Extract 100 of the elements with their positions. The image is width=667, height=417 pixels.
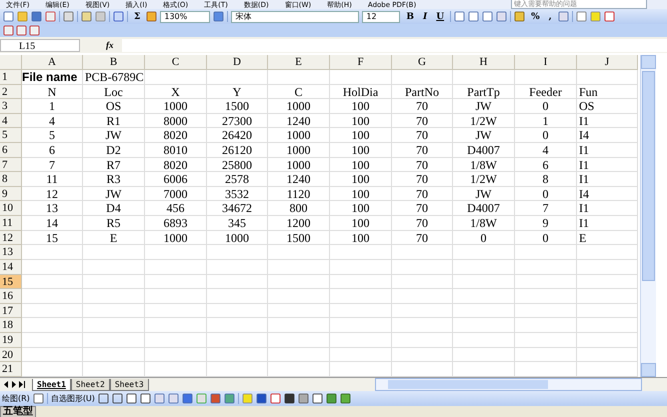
table-cell: I1 xyxy=(577,172,638,187)
row-header[interactable]: 2 xyxy=(0,84,22,100)
autoshapes-menu[interactable]: 自选图形(U) xyxy=(50,393,95,404)
horizontal-scrollbar[interactable] xyxy=(375,378,642,391)
column-header[interactable]: I xyxy=(515,55,577,70)
row-header[interactable]: 19 xyxy=(0,332,22,348)
table-cell xyxy=(392,70,453,85)
table-cell: 1240 xyxy=(268,172,330,187)
table-cell xyxy=(515,289,577,304)
column-header[interactable]: D xyxy=(207,55,268,70)
table-cell xyxy=(145,348,207,362)
table-cell: OS xyxy=(83,99,145,114)
table-cell: D4 xyxy=(83,201,145,216)
row-header[interactable]: 4 xyxy=(0,114,22,128)
formula-field[interactable] xyxy=(122,38,667,52)
row-header[interactable]: 9 xyxy=(0,186,22,202)
row-header[interactable]: 5 xyxy=(0,128,22,144)
zoom-dropdown[interactable]: 130% xyxy=(160,10,210,22)
table-cell xyxy=(207,245,268,260)
table-cell: 12 xyxy=(22,186,83,202)
row-header[interactable]: 12 xyxy=(0,230,22,246)
table-cell: 6 xyxy=(515,158,577,172)
table-cell xyxy=(268,289,330,304)
table-cell: C xyxy=(268,84,330,100)
column-header[interactable]: B xyxy=(83,55,145,70)
format-button[interactable]: I xyxy=(420,12,430,22)
table-cell: 0 xyxy=(515,230,577,246)
table-cell: 0 xyxy=(515,99,577,114)
row-header[interactable]: 7 xyxy=(0,158,22,172)
table-cell: D2 xyxy=(83,143,145,158)
column-header[interactable]: C xyxy=(145,55,207,70)
table-cell: 70 xyxy=(392,143,453,158)
table-cell xyxy=(22,332,83,348)
row-header[interactable]: 1 xyxy=(0,70,22,85)
table-cell xyxy=(330,70,392,85)
table-cell xyxy=(330,245,392,260)
table-cell: 0 xyxy=(453,230,515,246)
format-button[interactable]: B xyxy=(403,12,417,22)
column-header[interactable]: A xyxy=(22,55,83,70)
row-header[interactable]: 17 xyxy=(0,304,22,318)
table-cell: 1/2W xyxy=(453,114,515,128)
autosum-button[interactable]: Σ xyxy=(131,12,144,22)
table-cell: 1/8W xyxy=(453,216,515,231)
table-cell: N xyxy=(22,84,83,100)
function-button[interactable]: fx xyxy=(106,40,114,50)
table-cell xyxy=(268,260,330,275)
table-cell: File name xyxy=(22,70,83,85)
row-header[interactable]: 11 xyxy=(0,216,22,231)
table-cell: 345 xyxy=(207,216,268,231)
name-box[interactable]: L15 xyxy=(0,38,80,52)
table-cell xyxy=(330,332,392,348)
table-cell xyxy=(453,260,515,275)
table-cell xyxy=(207,318,268,333)
row-header[interactable]: 18 xyxy=(0,318,22,333)
table-cell: E xyxy=(577,230,638,246)
sheet-tab[interactable]: Sheet2 xyxy=(70,378,110,390)
table-cell xyxy=(453,332,515,348)
table-cell xyxy=(453,348,515,362)
row-header[interactable]: 16 xyxy=(0,289,22,304)
font-dropdown[interactable]: 宋体 xyxy=(231,10,360,22)
row-header[interactable]: 10 xyxy=(0,201,22,216)
row-header[interactable]: 6 xyxy=(0,143,22,158)
table-cell: 6006 xyxy=(145,172,207,187)
table-cell xyxy=(392,348,453,362)
table-cell: PartNo xyxy=(392,84,453,100)
table-cell xyxy=(577,304,638,318)
table-cell xyxy=(83,260,145,275)
comma-button[interactable]: , xyxy=(546,12,555,22)
table-cell xyxy=(392,260,453,275)
format-button[interactable]: U xyxy=(433,12,448,22)
row-header[interactable]: 13 xyxy=(0,245,22,260)
vertical-scrollbar[interactable] xyxy=(640,55,656,377)
ime-toolbar[interactable]: 五笔型 xyxy=(0,406,36,417)
sheet-tab[interactable]: Sheet3 xyxy=(110,378,149,390)
table-cell: 70 xyxy=(392,216,453,231)
table-cell: 1000 xyxy=(268,128,330,144)
row-header[interactable]: 14 xyxy=(0,260,22,275)
table-cell xyxy=(515,304,577,318)
draw-menu[interactable]: 绘图(R) xyxy=(2,393,30,404)
row-header[interactable]: 21 xyxy=(0,362,22,377)
font-size-dropdown[interactable]: 12 xyxy=(362,10,400,22)
table-cell xyxy=(577,289,638,304)
row-header[interactable]: 20 xyxy=(0,348,22,362)
table-cell: 1000 xyxy=(207,230,268,246)
row-header[interactable]: 3 xyxy=(0,99,22,114)
sheet-tab[interactable]: Sheet1 xyxy=(32,378,71,390)
table-cell: 100 xyxy=(330,114,392,128)
column-header[interactable]: F xyxy=(330,55,392,70)
row-header[interactable]: 8 xyxy=(0,172,22,187)
column-header[interactable]: G xyxy=(392,55,453,70)
table-cell xyxy=(577,245,638,260)
table-cell: 8 xyxy=(515,172,577,187)
table-cell xyxy=(268,348,330,362)
table-cell: 1000 xyxy=(145,230,207,246)
column-header[interactable]: J xyxy=(577,55,638,70)
column-header[interactable]: E xyxy=(268,55,330,70)
row-header[interactable]: 15 xyxy=(0,274,22,290)
percent-button[interactable]: % xyxy=(528,12,543,22)
column-header[interactable]: H xyxy=(453,55,515,70)
table-cell xyxy=(330,260,392,275)
